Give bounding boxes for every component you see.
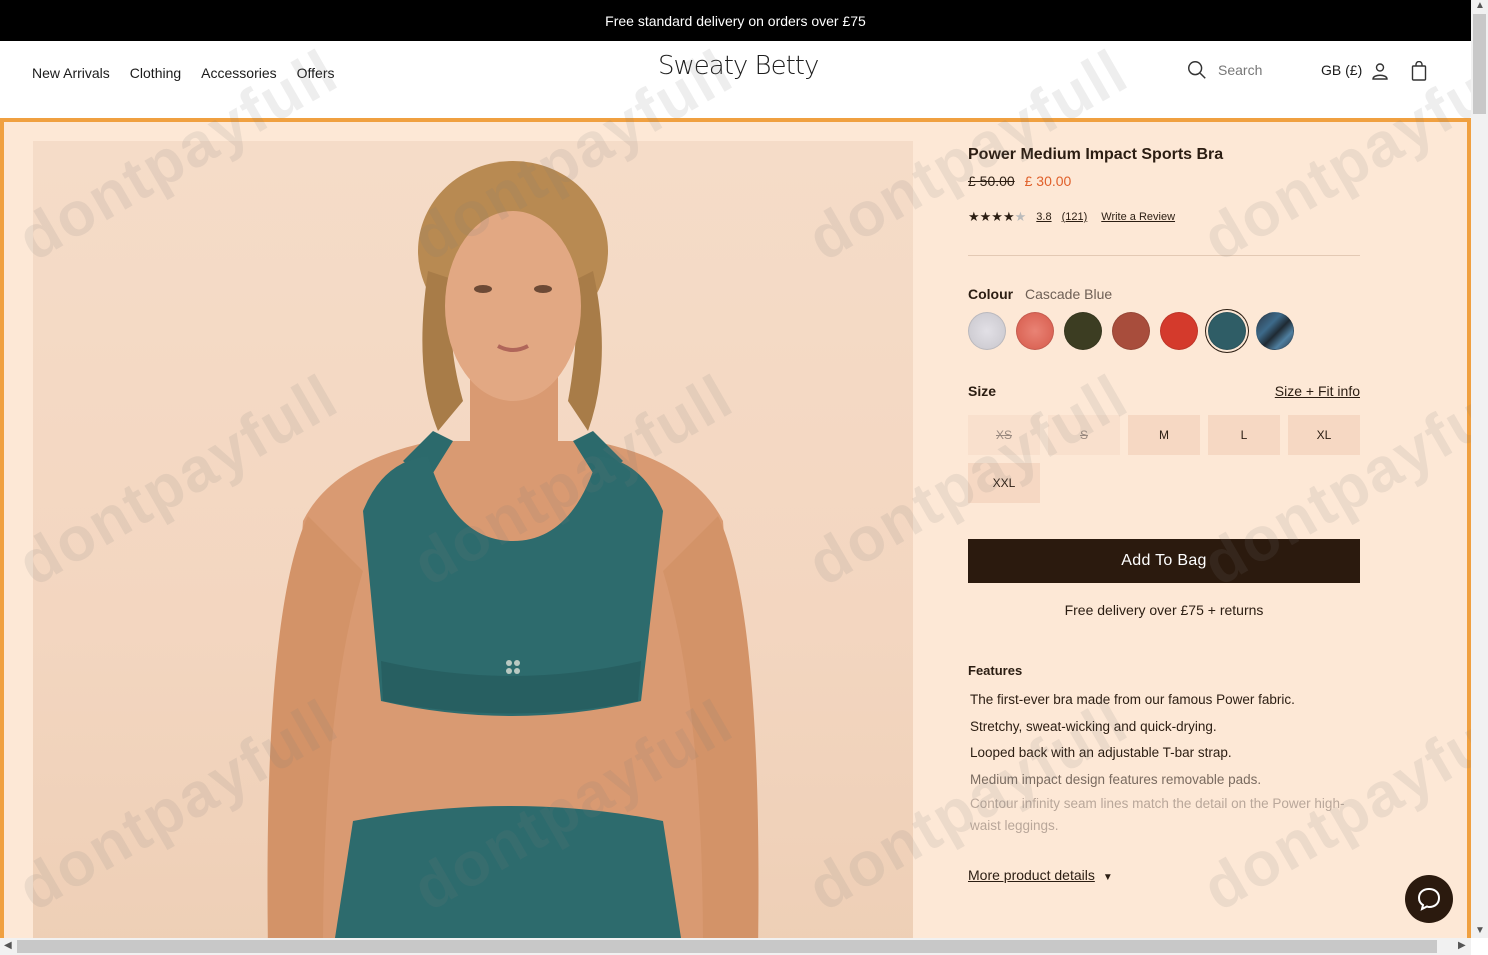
chat-bubble-icon [1417, 887, 1441, 911]
size-option-xl[interactable]: XL [1288, 415, 1360, 455]
colour-swatches [968, 312, 1294, 350]
feature-item: The first-ever bra made from our famous … [970, 692, 1295, 707]
colour-label: Colour Cascade Blue [968, 286, 1112, 302]
size-heading: Size [968, 383, 997, 399]
search-box[interactable]: Search [1186, 59, 1262, 81]
scroll-up-icon[interactable]: ▲ [1475, 0, 1485, 11]
vertical-scroll-thumb[interactable] [1473, 14, 1486, 114]
star-rating: ★★★★★ [968, 209, 1027, 224]
locale-selector[interactable]: GB (£) [1321, 62, 1362, 78]
features-heading: Features [968, 663, 1023, 678]
nav-item-offers[interactable]: Offers [297, 65, 335, 81]
search-placeholder[interactable]: Search [1218, 62, 1262, 78]
review-count[interactable]: (121) [1062, 211, 1088, 223]
write-review-link[interactable]: Write a Review [1101, 211, 1175, 223]
size-options: XS S M L XL XXL [968, 415, 1368, 503]
swatch-coral-marl[interactable] [1016, 312, 1054, 350]
add-to-bag-button[interactable]: Add To Bag [968, 539, 1360, 583]
swatch-grey-marl[interactable] [968, 312, 1006, 350]
swatch-cascade-blue[interactable] [1208, 312, 1246, 350]
product-title: Power Medium Impact Sports Bra [968, 146, 1224, 163]
scroll-down-icon[interactable]: ▼ [1475, 925, 1485, 936]
nav-item-accessories[interactable]: Accessories [201, 65, 276, 81]
scroll-left-icon[interactable]: ◀ [4, 940, 12, 951]
product-photo [267, 161, 759, 938]
feature-item: Stretchy, sweat-wicking and quick-drying… [970, 718, 1217, 734]
swatch-rust[interactable] [1112, 312, 1150, 350]
size-option-m[interactable]: M [1128, 415, 1200, 455]
brand-logo[interactable]: Sweaty Betty [658, 51, 819, 81]
swatch-olive[interactable] [1064, 312, 1102, 350]
scroll-right-icon[interactable]: ▶ [1458, 940, 1466, 951]
nav-item-new-arrivals[interactable]: New Arrivals [32, 65, 110, 81]
announcement-text: Free standard delivery on orders over £7… [605, 12, 866, 29]
features-list: The first-ever bra made from our famous … [970, 687, 1350, 837]
swatch-blue-print[interactable] [1256, 312, 1294, 350]
main-nav: New Arrivals Clothing Accessories Offers [32, 41, 335, 104]
size-option-l[interactable]: L [1208, 415, 1280, 455]
chat-button[interactable] [1405, 875, 1453, 923]
colour-heading: Colour [968, 286, 1014, 302]
bag-icon[interactable] [1411, 61, 1427, 81]
horizontal-scroll-thumb[interactable] [17, 940, 1437, 953]
announcement-bar: Free standard delivery on orders over £7… [0, 0, 1471, 41]
search-icon[interactable] [1186, 59, 1208, 81]
vertical-scrollbar[interactable] [1471, 0, 1488, 938]
feature-item: Medium impact design features removable … [970, 771, 1262, 787]
product-section: Power Medium Impact Sports Bra £ 50.00 £… [0, 118, 1471, 938]
account-icon[interactable] [1371, 62, 1389, 80]
sale-price: £ 30.00 [1024, 173, 1072, 189]
rating-value[interactable]: 3.8 [1036, 211, 1051, 223]
delivery-note: Free delivery over £75 + returns [1064, 602, 1264, 618]
price-block: £ 50.00 £ 30.00 [968, 173, 1071, 189]
site-header: New Arrivals Clothing Accessories Offers… [0, 41, 1471, 118]
divider [968, 255, 1360, 256]
caret-down-icon: ▼ [1102, 872, 1113, 883]
size-option-s[interactable]: S [1048, 415, 1120, 455]
rating-row: ★★★★★ 3.8 (121) Write a Review [968, 209, 1175, 225]
feature-item: Looped back with an adjustable T-bar str… [970, 745, 1232, 760]
swatch-red[interactable] [1160, 312, 1198, 350]
feature-item: Contour infinity seam lines match the de… [970, 796, 1345, 833]
more-details-link[interactable]: More product details [968, 867, 1095, 883]
star-empty-icon: ★ [1014, 209, 1027, 224]
more-details[interactable]: More product details ▼ [968, 867, 1113, 883]
product-image[interactable] [33, 141, 913, 938]
colour-selected-value: Cascade Blue [1025, 286, 1113, 302]
size-option-xxl[interactable]: XXL [968, 463, 1040, 503]
size-fit-link[interactable]: Size + Fit info [1275, 383, 1360, 399]
size-option-xs[interactable]: XS [968, 415, 1040, 455]
nav-item-clothing[interactable]: Clothing [130, 65, 181, 81]
original-price: £ 50.00 [968, 173, 1015, 189]
